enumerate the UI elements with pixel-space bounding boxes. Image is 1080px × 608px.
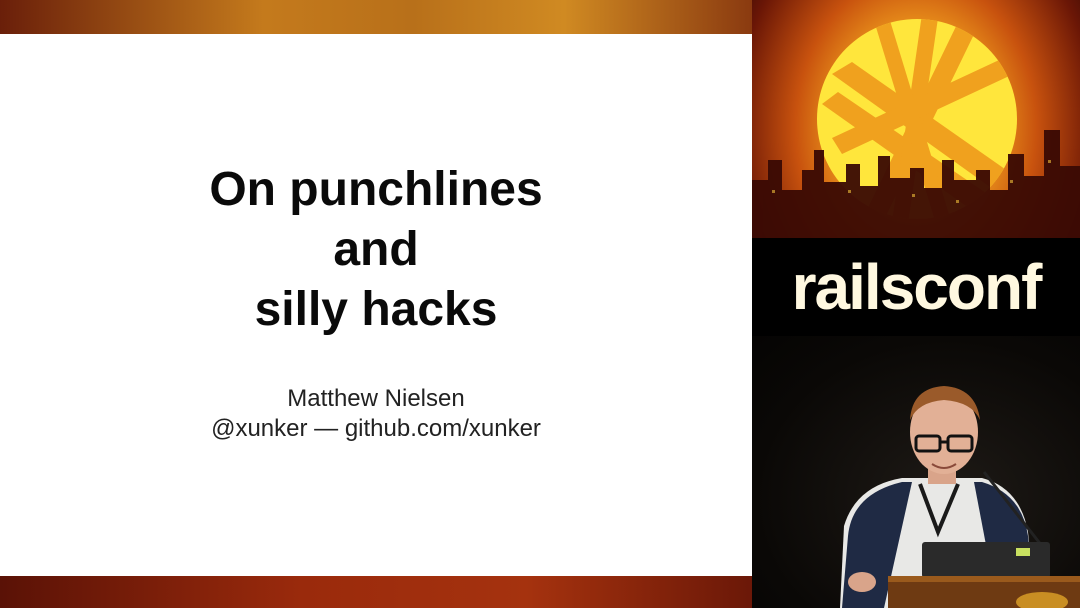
speaker-credit: Matthew Nielsen @xunker — github.com/xun… bbox=[0, 384, 752, 444]
decorative-top-bar bbox=[0, 0, 752, 34]
slide-title-line: On punchlines bbox=[209, 163, 543, 216]
presentation-slide: On punchlines and silly hacks Matthew Ni… bbox=[0, 34, 752, 576]
presenter-at-podium bbox=[840, 386, 1080, 608]
decorative-bottom-bar bbox=[0, 576, 752, 608]
slide-title-line: silly hacks bbox=[254, 283, 498, 336]
speaker-video-feed bbox=[752, 336, 1080, 608]
city-skyline bbox=[752, 130, 1080, 238]
conference-video-frame: On punchlines and silly hacks Matthew Ni… bbox=[0, 0, 1080, 608]
speaker-name: Matthew Nielsen bbox=[287, 385, 465, 412]
wordmark-band: railsconf bbox=[752, 238, 1080, 336]
slide-title-line: and bbox=[333, 223, 419, 276]
railsconf-wordmark: railsconf bbox=[791, 251, 1043, 323]
slide-title: On punchlines and silly hacks bbox=[0, 160, 752, 340]
speaker-handles: @xunker — github.com/xunker bbox=[211, 415, 541, 442]
railsconf-brand-panel: railsconf bbox=[752, 0, 1080, 336]
